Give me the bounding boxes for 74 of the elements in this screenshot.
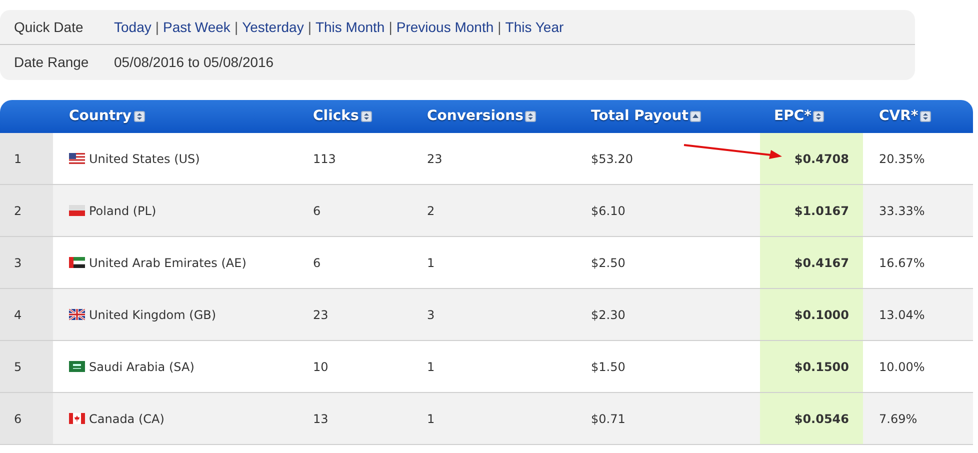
separator: |	[498, 18, 502, 37]
rank-cell-text: 5	[14, 358, 22, 376]
quick-date-link[interactable]: Today	[114, 16, 152, 38]
quick-date-link[interactable]: This Year	[505, 16, 564, 38]
table-cell-text: 10.00%	[879, 358, 925, 376]
column-header[interactable]: EPC*	[774, 106, 824, 127]
table-cell-text: 6	[313, 254, 321, 272]
rank-cell-text: 4	[14, 306, 22, 324]
sort-icon[interactable]	[690, 111, 702, 122]
table-cell-text: United Arab Emirates (AE)	[89, 254, 246, 272]
separator: |	[234, 18, 238, 37]
table-cell-text: 33.33%	[879, 202, 925, 220]
table-cell-text: $1.0167	[794, 202, 849, 220]
rank-cell-text: 6	[14, 410, 22, 428]
table-cell-text: 13	[313, 410, 328, 428]
quick-date-link[interactable]: Past Week	[163, 16, 230, 38]
flag-icon	[69, 153, 85, 164]
quick-date-link[interactable]: Yesterday	[242, 16, 304, 38]
table-cell-text: $0.4167	[794, 254, 849, 272]
date-range-value: 05/08/2016 to 05/08/2016	[114, 53, 274, 72]
table-cell-text: 20.35%	[879, 150, 925, 168]
filter-label: Date Range	[13, 53, 90, 72]
sort-icon[interactable]	[525, 111, 536, 122]
table-cell-text: Poland (PL)	[89, 202, 156, 220]
column-header[interactable]: Country	[69, 106, 145, 127]
sort-icon[interactable]	[360, 111, 372, 122]
table-cell-text: 6	[313, 202, 321, 220]
table-cell-text: United States (US)	[89, 150, 200, 168]
separator: |	[308, 18, 312, 37]
sort-icon[interactable]	[813, 111, 824, 122]
table-cell-text: $2.30	[591, 306, 626, 324]
table-cell-text: 23	[427, 150, 442, 168]
rank-cell-text: 1	[14, 150, 22, 168]
table-cell-text: $53.20	[591, 150, 633, 168]
separator: |	[388, 18, 392, 37]
table-cell-text: $0.4708	[794, 150, 849, 168]
table-cell-text: $0.1000	[794, 306, 849, 324]
table-cell-text: $0.1500	[794, 358, 849, 376]
table-cell-text: 7.69%	[879, 410, 918, 428]
table-cell-text: $0.71	[591, 410, 626, 428]
table-cell-text: 1	[427, 254, 435, 272]
table-cell-text: $2.50	[591, 254, 626, 272]
table-cell-text: 16.67%	[879, 254, 925, 272]
table-cell-text: 2	[427, 202, 435, 220]
table-cell-text: 10	[313, 358, 328, 376]
separator: |	[155, 18, 159, 37]
column-header[interactable]: CVR*	[879, 106, 932, 127]
table-cell-text: Canada (CA)	[89, 410, 164, 428]
table-cell-text: $1.50	[591, 358, 626, 376]
flag-icon	[69, 361, 85, 372]
filter-label: Quick Date	[13, 18, 84, 37]
rank-cell-text: 2	[14, 202, 22, 220]
flag-icon	[69, 413, 85, 424]
quick-date-link[interactable]: Previous Month	[396, 16, 494, 38]
sort-icon[interactable]	[920, 111, 932, 122]
rank-cell-text: 3	[14, 254, 22, 272]
table-cell-text: $6.10	[591, 202, 626, 220]
table-cell-text: 23	[313, 306, 328, 324]
flag-icon	[69, 309, 85, 320]
table-cell-text: 1	[427, 410, 435, 428]
table-cell-text: 13.04%	[879, 306, 925, 324]
sort-icon[interactable]	[134, 111, 145, 122]
table-cell-text: Saudi Arabia (SA)	[89, 358, 194, 376]
flag-icon	[69, 257, 85, 268]
table-cell-text: 113	[313, 150, 336, 168]
column-header[interactable]: Total Payout	[591, 106, 702, 127]
column-header[interactable]: Clicks	[313, 106, 372, 127]
column-header[interactable]: Conversions	[427, 106, 536, 127]
table-cell-text: United Kingdom (GB)	[89, 306, 216, 324]
flag-icon	[69, 205, 85, 216]
table-cell-text: 1	[427, 358, 435, 376]
table-cell-text: 3	[427, 306, 435, 324]
quick-date-link[interactable]: This Month	[315, 16, 385, 38]
table-cell-text: $0.0546	[794, 410, 849, 428]
